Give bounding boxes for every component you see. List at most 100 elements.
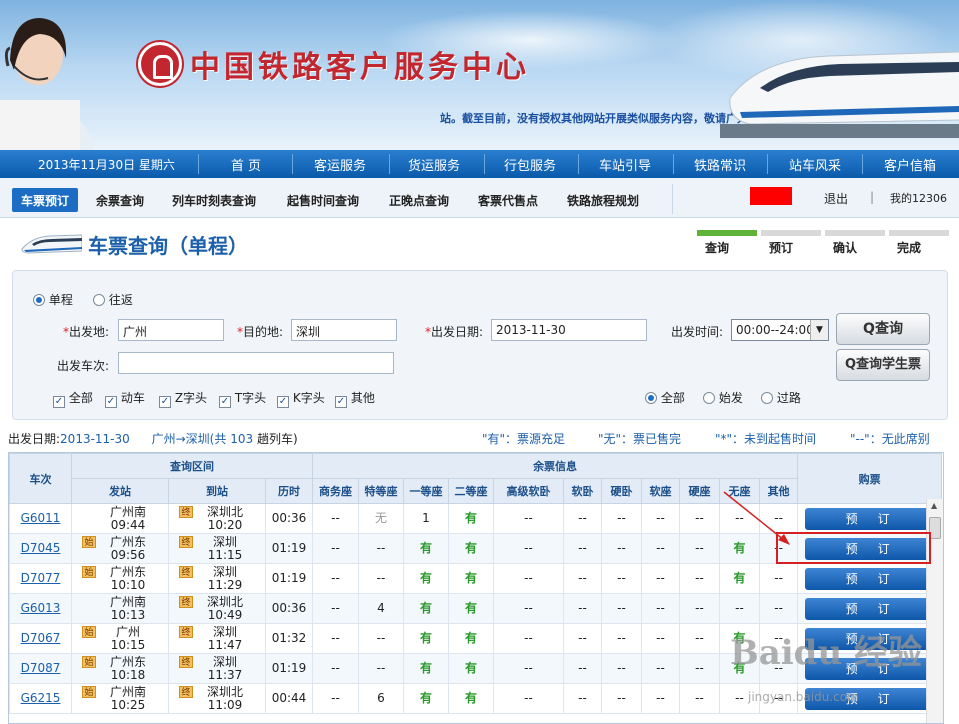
header-seat-type: 二等座 bbox=[448, 478, 494, 504]
seat-availability-cell: -- bbox=[641, 563, 680, 594]
departure-date-input[interactable]: 2013-11-30 bbox=[491, 319, 647, 341]
seat-availability-cell: -- bbox=[601, 503, 642, 534]
nav-item-home[interactable]: 首 页 bbox=[226, 155, 266, 174]
type-filter-z[interactable]: ✓ Z字头 bbox=[159, 389, 207, 408]
header-train-number[interactable]: 车次 bbox=[9, 453, 72, 504]
nav-item-luggage[interactable]: 行包服务 bbox=[500, 155, 560, 174]
student-button-label: 查询学生票 bbox=[856, 357, 922, 372]
legend-sold-out: "无"：票已售完 bbox=[598, 432, 682, 446]
header-from-station[interactable]: 发站 bbox=[71, 478, 169, 504]
tab-punctuality[interactable]: 正晚点查询 bbox=[389, 188, 449, 212]
nav-item-mailbox[interactable]: 客户信箱 bbox=[880, 155, 940, 174]
train-number-link[interactable]: G6011 bbox=[21, 511, 61, 525]
tab-ticket-agents[interactable]: 客票代售点 bbox=[478, 188, 538, 212]
book-cell: 预订 bbox=[797, 593, 943, 624]
departure-time-select[interactable]: 00:00--24:00 ▼ bbox=[731, 319, 829, 341]
nav-item-station-guide[interactable]: 车站引导 bbox=[595, 155, 655, 174]
train-number-input[interactable] bbox=[118, 352, 394, 374]
station-all-radio[interactable] bbox=[645, 392, 657, 404]
train-number-cell: G6013 bbox=[9, 593, 72, 624]
table-row: G6013 广州南 10:13 终深圳北 10:49 00:36 -- 4 有有 -- -- -- --… bbox=[9, 593, 943, 624]
chevron-down-icon: ▼ bbox=[810, 320, 828, 340]
seat-availability-cell: -- bbox=[563, 623, 602, 654]
oneway-label: 单程 bbox=[48, 293, 73, 307]
nav-item-station-style[interactable]: 站车风采 bbox=[785, 155, 845, 174]
station-filter-label: 全部 bbox=[660, 391, 685, 405]
tab-trip-planner[interactable]: 铁路旅程规划 bbox=[567, 188, 639, 212]
tab-ticket-booking[interactable]: 车票预订 bbox=[12, 188, 79, 212]
oneway-radio[interactable] bbox=[33, 294, 45, 306]
header-seat-type: 软座 bbox=[641, 478, 680, 504]
book-button[interactable]: 预订 bbox=[804, 507, 935, 530]
student-ticket-query-button[interactable]: Q查询学生票 bbox=[836, 349, 930, 381]
header-seat-info: 余票信息 bbox=[311, 453, 799, 479]
seat-availability-cell: 有 bbox=[403, 683, 449, 714]
seat-availability-cell: -- bbox=[312, 653, 359, 684]
seat-availability-cell: -- bbox=[641, 623, 680, 654]
seat-availability-cell: -- bbox=[679, 533, 720, 564]
nav-item-passenger[interactable]: 客运服务 bbox=[310, 155, 370, 174]
seat-availability-cell: -- bbox=[641, 593, 680, 624]
duration-cell: 01:32 bbox=[265, 623, 313, 654]
type-filter-t[interactable]: ✓ T字头 bbox=[219, 389, 266, 408]
round-trip-radio[interactable] bbox=[93, 294, 105, 306]
trip-type-round[interactable]: 往返 bbox=[93, 291, 133, 308]
type-filter-k[interactable]: ✓ K字头 bbox=[277, 389, 325, 408]
scroll-up-icon[interactable]: ▲ bbox=[931, 501, 937, 510]
train-number-link[interactable]: G6215 bbox=[21, 691, 61, 705]
tab-remaining-tickets[interactable]: 余票查询 bbox=[96, 188, 144, 212]
subnav-divider bbox=[672, 184, 673, 214]
seat-availability-cell: -- bbox=[312, 683, 359, 714]
query-button[interactable]: Q查询 bbox=[836, 313, 930, 345]
train-number-link[interactable]: G6013 bbox=[21, 601, 61, 615]
username-redacted bbox=[750, 187, 792, 205]
train-number-link[interactable]: D7077 bbox=[21, 571, 61, 585]
station-filter-passing[interactable]: 过路 bbox=[761, 389, 801, 406]
trip-type-oneway[interactable]: 单程 bbox=[33, 291, 73, 308]
seat-availability-cell: -- bbox=[758, 563, 799, 594]
checkbox-all[interactable]: ✓ bbox=[53, 396, 65, 408]
to-station-cell: 终 深圳 11:37 bbox=[168, 653, 266, 684]
checkbox-other[interactable]: ✓ bbox=[335, 396, 347, 408]
header-seat-type: 商务座 bbox=[312, 478, 359, 504]
my-account-link[interactable]: 我的12306 bbox=[890, 190, 947, 206]
summary-route: 广州→深圳(共 bbox=[151, 432, 227, 446]
checkbox-t[interactable]: ✓ bbox=[219, 396, 231, 408]
logout-link[interactable]: 退出 bbox=[824, 190, 848, 207]
to-station-cell: 终 深圳 11:29 bbox=[168, 563, 266, 594]
station-origin-radio[interactable] bbox=[703, 392, 715, 404]
baidu-watermark: Baidu 经验 bbox=[730, 633, 923, 673]
seat-availability-cell: 有 bbox=[403, 563, 449, 594]
step-confirm: 确认 bbox=[825, 230, 885, 256]
checkbox-z[interactable]: ✓ bbox=[159, 396, 171, 408]
nav-item-freight[interactable]: 货运服务 bbox=[404, 155, 464, 174]
train-number-link[interactable]: D7087 bbox=[21, 661, 61, 675]
tab-sale-start-time[interactable]: 起售时间查询 bbox=[287, 188, 359, 212]
header-query-range: 查询区间 bbox=[71, 453, 313, 479]
type-filter-emu[interactable]: ✓ 动车 bbox=[105, 389, 145, 408]
book-button[interactable]: 预订 bbox=[804, 597, 935, 620]
checkbox-emu[interactable]: ✓ bbox=[105, 396, 117, 408]
train-number-link[interactable]: D7045 bbox=[21, 541, 61, 555]
header-duration[interactable]: 历时 bbox=[265, 478, 313, 504]
from-station-cell: 始广州南 10:25 bbox=[71, 683, 169, 714]
station-passing-radio[interactable] bbox=[761, 392, 773, 404]
station-filter-origin[interactable]: 始发 bbox=[703, 389, 743, 406]
tab-timetable[interactable]: 列车时刻表查询 bbox=[172, 188, 256, 212]
type-filter-all[interactable]: ✓ 全部 bbox=[53, 389, 93, 408]
nav-divider bbox=[292, 154, 293, 174]
checkbox-k[interactable]: ✓ bbox=[277, 396, 289, 408]
from-station-input[interactable]: 广州 bbox=[118, 319, 224, 341]
departure-time: 09:44 bbox=[110, 517, 146, 532]
header-to-station[interactable]: 到站 bbox=[168, 478, 266, 504]
station-filter-all[interactable]: 全部 bbox=[645, 389, 685, 406]
departure-time: 09:56 bbox=[110, 547, 146, 562]
type-filter-other[interactable]: ✓ 其他 bbox=[335, 389, 375, 408]
seat-availability-cell: -- bbox=[601, 593, 642, 624]
nav-item-railway-knowledge[interactable]: 铁路常识 bbox=[690, 155, 750, 174]
train-number-link[interactable]: D7067 bbox=[21, 631, 61, 645]
book-button[interactable]: 预订 bbox=[804, 567, 935, 590]
to-station-input[interactable]: 深圳 bbox=[291, 319, 397, 341]
seat-availability-cell: -- bbox=[493, 653, 564, 684]
seat-availability-cell: 有 bbox=[403, 623, 449, 654]
